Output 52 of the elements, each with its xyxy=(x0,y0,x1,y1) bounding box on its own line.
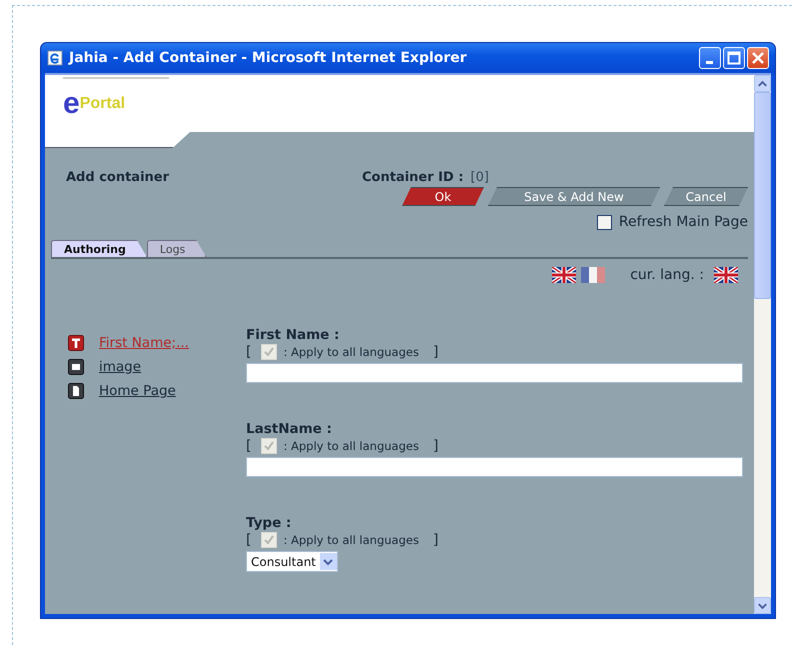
field-label: LastName : xyxy=(246,421,333,437)
field-label: First Name : xyxy=(246,327,340,343)
uk-flag-icon xyxy=(552,267,576,283)
page-icon xyxy=(68,383,84,399)
text-input[interactable] xyxy=(246,363,743,383)
current-language-label: cur. lang. : xyxy=(630,267,704,283)
scroll-thumb[interactable] xyxy=(754,92,771,299)
bracket: ] xyxy=(432,344,438,360)
refresh-label: Refresh Main Page xyxy=(618,214,748,230)
scroll-up-button[interactable] xyxy=(754,75,771,92)
minimize-button[interactable] xyxy=(699,47,721,69)
maximize-button[interactable] xyxy=(723,47,745,69)
action-button[interactable]: Ok xyxy=(402,187,484,206)
check-icon xyxy=(263,534,276,546)
bracket: [ xyxy=(246,344,252,360)
text-field-icon xyxy=(68,335,84,351)
window-title: Jahia - Add Container - Microsoft Internet Explorer xyxy=(69,50,468,66)
container-id-label: Container ID : xyxy=(362,170,464,185)
apply-checkbox[interactable] xyxy=(261,438,278,454)
tab[interactable]: Logs xyxy=(146,240,206,257)
apply-label: : Apply to all languages xyxy=(283,439,419,453)
close-icon xyxy=(750,50,766,66)
apply-label: : Apply to all languages xyxy=(283,533,419,547)
bracket: ] xyxy=(432,532,438,548)
close-button[interactable] xyxy=(747,47,769,69)
sidebar-link[interactable]: image xyxy=(99,359,142,375)
scroll-down-button[interactable] xyxy=(754,597,771,614)
action-button[interactable]: Save & Add New xyxy=(488,187,660,206)
action-button[interactable]: Cancel xyxy=(664,187,748,206)
minimize-icon xyxy=(706,60,712,64)
check-icon xyxy=(263,440,276,452)
uk-flag-icon xyxy=(714,267,738,283)
apply-label: : Apply to all languages xyxy=(283,345,419,359)
check-icon xyxy=(263,346,276,358)
refresh-checkbox[interactable] xyxy=(596,214,612,230)
apply-checkbox[interactable] xyxy=(261,344,278,360)
maximize-icon xyxy=(726,50,742,66)
text-input[interactable] xyxy=(246,457,743,477)
sidebar-link[interactable]: Home Page xyxy=(99,383,176,399)
bracket: [ xyxy=(246,532,252,548)
french-flag-icon xyxy=(581,267,606,283)
tab[interactable]: Authoring xyxy=(51,240,147,257)
type-dropdown[interactable]: Consultant xyxy=(246,551,338,572)
page-title: Add container xyxy=(66,170,170,187)
bracket: ] xyxy=(432,438,438,454)
apply-checkbox[interactable] xyxy=(261,532,278,548)
field-label: Type : xyxy=(246,515,292,531)
image-icon xyxy=(68,359,84,375)
container-id-value: [0] xyxy=(470,170,489,185)
bracket: [ xyxy=(246,438,252,454)
browser-icon xyxy=(47,50,63,66)
scrollbar[interactable] xyxy=(754,75,771,614)
